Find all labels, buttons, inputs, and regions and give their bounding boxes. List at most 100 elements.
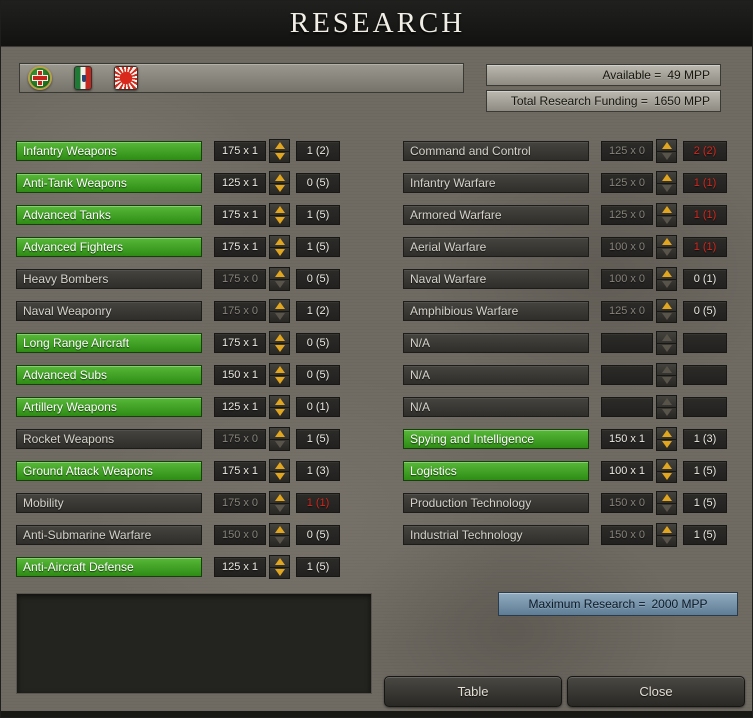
research-category-label[interactable]: Advanced Tanks <box>16 205 202 225</box>
research-category-label[interactable]: Anti-Tank Weapons <box>16 173 202 193</box>
research-category-label[interactable]: Anti-Aircraft Defense <box>16 557 202 577</box>
research-category-label[interactable]: Naval Weaponry <box>16 301 202 321</box>
research-category-label[interactable]: Long Range Aircraft <box>16 333 202 353</box>
increase-research-button[interactable] <box>657 364 676 376</box>
up-arrow-icon <box>661 525 672 533</box>
research-category-label[interactable]: Advanced Subs <box>16 365 202 385</box>
decrease-research-button[interactable] <box>270 215 289 226</box>
decrease-research-button[interactable] <box>657 279 676 290</box>
increase-research-button[interactable] <box>270 204 289 216</box>
research-level-box: 1 (1) <box>683 173 727 193</box>
decrease-research-button[interactable] <box>657 439 676 450</box>
research-row: Industrial Technology 150 x 0 1 (5) <box>403 523 727 547</box>
increase-research-button[interactable] <box>270 428 289 440</box>
decrease-research-button[interactable] <box>270 311 289 322</box>
decrease-research-button[interactable] <box>657 503 676 514</box>
research-category-label[interactable]: Infantry Weapons <box>16 141 202 161</box>
increase-research-button[interactable] <box>657 172 676 184</box>
research-row: Mobility 175 x 0 1 (1) <box>16 491 340 515</box>
research-spinner <box>269 235 290 259</box>
flag-icon-green-cross-roundel[interactable] <box>28 66 52 90</box>
increase-research-button[interactable] <box>657 140 676 152</box>
decrease-research-button[interactable] <box>657 215 676 226</box>
increase-research-button[interactable] <box>270 492 289 504</box>
research-category-label[interactable]: Logistics <box>403 461 589 481</box>
decrease-research-button[interactable] <box>270 247 289 258</box>
research-category-label[interactable]: Production Technology <box>403 493 589 513</box>
increase-research-button[interactable] <box>270 556 289 568</box>
research-category-label[interactable]: Aerial Warfare <box>403 237 589 257</box>
decrease-research-button[interactable] <box>657 375 676 386</box>
research-category-label[interactable]: Heavy Bombers <box>16 269 202 289</box>
decrease-research-button[interactable] <box>657 311 676 322</box>
increase-research-button[interactable] <box>657 460 676 472</box>
research-category-text: Rocket Weapons <box>23 432 115 446</box>
decrease-research-button[interactable] <box>270 183 289 194</box>
decrease-research-button[interactable] <box>657 535 676 546</box>
decrease-research-button[interactable] <box>270 279 289 290</box>
research-category-label[interactable]: Infantry Warfare <box>403 173 589 193</box>
research-category-label[interactable]: Artillery Weapons <box>16 397 202 417</box>
research-category-label[interactable]: Mobility <box>16 493 202 513</box>
increase-research-button[interactable] <box>270 236 289 248</box>
research-category-label[interactable]: Amphibious Warfare <box>403 301 589 321</box>
increase-research-button[interactable] <box>270 460 289 472</box>
research-category-label[interactable]: N/A <box>403 397 589 417</box>
increase-research-button[interactable] <box>270 396 289 408</box>
research-category-label[interactable]: Rocket Weapons <box>16 429 202 449</box>
decrease-research-button[interactable] <box>270 567 289 578</box>
research-category-label[interactable]: Spying and Intelligence <box>403 429 589 449</box>
decrease-research-button[interactable] <box>270 439 289 450</box>
increase-research-button[interactable] <box>657 300 676 312</box>
research-cost-value: 175 x 0 <box>221 305 259 317</box>
research-category-label[interactable]: Advanced Fighters <box>16 237 202 257</box>
decrease-research-button[interactable] <box>657 407 676 418</box>
decrease-research-button[interactable] <box>270 343 289 354</box>
table-button[interactable]: Table <box>384 676 562 707</box>
decrease-research-button[interactable] <box>270 375 289 386</box>
up-arrow-icon <box>661 493 672 501</box>
research-cost-value: 175 x 1 <box>221 241 259 253</box>
research-spinner <box>656 203 677 227</box>
decrease-research-button[interactable] <box>270 407 289 418</box>
down-arrow-icon <box>661 409 672 417</box>
increase-research-button[interactable] <box>657 204 676 216</box>
decrease-research-button[interactable] <box>657 471 676 482</box>
increase-research-button[interactable] <box>657 396 676 408</box>
increase-research-button[interactable] <box>657 268 676 280</box>
increase-research-button[interactable] <box>270 332 289 344</box>
decrease-research-button[interactable] <box>270 471 289 482</box>
research-category-label[interactable]: Ground Attack Weapons <box>16 461 202 481</box>
decrease-research-button[interactable] <box>657 183 676 194</box>
increase-research-button[interactable] <box>270 140 289 152</box>
increase-research-button[interactable] <box>657 492 676 504</box>
increase-research-button[interactable] <box>657 332 676 344</box>
research-category-label[interactable]: Naval Warfare <box>403 269 589 289</box>
increase-research-button[interactable] <box>270 300 289 312</box>
close-button[interactable]: Close <box>567 676 745 707</box>
flag-icon-japan-rising-sun[interactable] <box>114 66 138 90</box>
research-category-label[interactable]: N/A <box>403 333 589 353</box>
research-level-box: 1 (5) <box>683 493 727 513</box>
decrease-research-button[interactable] <box>657 247 676 258</box>
research-category-label[interactable]: N/A <box>403 365 589 385</box>
decrease-research-button[interactable] <box>270 503 289 514</box>
research-cost-box: 125 x 0 <box>601 173 653 193</box>
increase-research-button[interactable] <box>657 524 676 536</box>
increase-research-button[interactable] <box>270 268 289 280</box>
research-category-label[interactable]: Industrial Technology <box>403 525 589 545</box>
research-category-label[interactable]: Command and Control <box>403 141 589 161</box>
increase-research-button[interactable] <box>657 236 676 248</box>
research-level-box: 1 (5) <box>296 237 340 257</box>
decrease-research-button[interactable] <box>270 535 289 546</box>
decrease-research-button[interactable] <box>657 151 676 162</box>
research-category-label[interactable]: Anti-Submarine Warfare <box>16 525 202 545</box>
research-category-label[interactable]: Armored Warfare <box>403 205 589 225</box>
increase-research-button[interactable] <box>657 428 676 440</box>
decrease-research-button[interactable] <box>270 151 289 162</box>
increase-research-button[interactable] <box>270 524 289 536</box>
decrease-research-button[interactable] <box>657 343 676 354</box>
flag-icon-italy-tricolor[interactable] <box>74 66 92 90</box>
increase-research-button[interactable] <box>270 364 289 376</box>
increase-research-button[interactable] <box>270 172 289 184</box>
